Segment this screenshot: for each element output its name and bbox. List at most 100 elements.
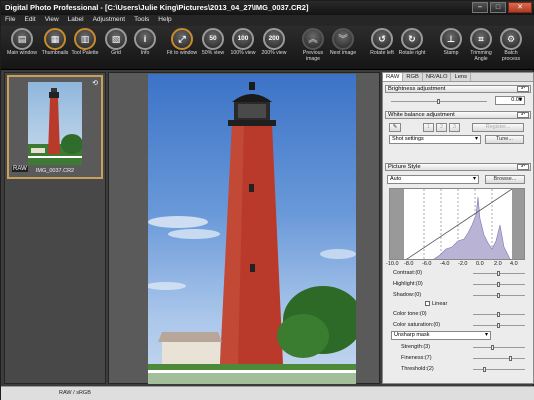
toolbar-label: Previous image [302, 50, 324, 62]
trimming-angle-button[interactable]: ⌗ Trimming Angle [465, 28, 497, 62]
strength-label: Strength:(3) [401, 344, 431, 350]
highlight-slider[interactable] [473, 282, 525, 287]
zoom-50-button[interactable]: 50 50% view [197, 28, 229, 57]
toolbar-label: 200% view [261, 50, 287, 56]
menu-tools[interactable]: Tools [134, 16, 149, 25]
next-image-button[interactable]: ︾ Next image [327, 28, 359, 57]
threshold-slider[interactable] [473, 367, 525, 372]
minimize-button[interactable]: – [472, 2, 488, 13]
thumbnails-button[interactable]: ▦ Thumbnails [39, 28, 71, 57]
menu-bar: File Edit View Label Adjustment Tools He… [1, 15, 534, 26]
toolbar-label: Fit to window [166, 50, 198, 56]
color-tone-slider[interactable] [473, 312, 525, 317]
menu-help[interactable]: Help [158, 16, 171, 25]
zoom-200-button[interactable]: 200 200% view [258, 28, 290, 57]
register-button[interactable]: Register... [472, 123, 524, 132]
wb-preset-1-button[interactable]: 1 [423, 123, 434, 132]
color-saturation-label: Color saturation:(0) [393, 322, 441, 328]
shadow-slider[interactable] [473, 293, 525, 298]
linear-label: Linear [432, 301, 448, 307]
thumbnails-icon: ▦ [44, 28, 66, 50]
brightness-slider[interactable] [391, 99, 487, 104]
strength-slider[interactable] [473, 345, 525, 350]
shadow-slider-handle[interactable] [497, 293, 500, 298]
maximize-button[interactable]: □ [490, 2, 506, 13]
menu-adjustment[interactable]: Adjustment [93, 16, 126, 25]
info-icon: i [134, 28, 156, 50]
wb-preset-3-button[interactable]: 3 [449, 123, 460, 132]
fit-to-window-icon: ⤢ [171, 28, 193, 50]
linear-checkbox-box[interactable] [425, 301, 430, 307]
tab-raw[interactable]: RAW [383, 73, 404, 81]
menu-label[interactable]: Label [68, 16, 84, 25]
tune-button[interactable]: Tune... [485, 135, 524, 144]
toolbar-label: Thumbnails [41, 50, 69, 56]
rotate-left-icon: ↺ [371, 28, 393, 50]
brightness-reset-button[interactable]: ↶ [517, 86, 529, 92]
stamp-button[interactable]: ⊥ Stamp [435, 28, 467, 57]
previous-image-icon: ︽ [302, 28, 324, 50]
sharpness-mode-select[interactable]: Unsharp mask [391, 331, 491, 340]
close-button[interactable]: ✕ [508, 2, 532, 13]
menu-view[interactable]: View [45, 16, 59, 25]
fineness-slider[interactable] [473, 356, 525, 361]
fit-to-window-button[interactable]: ⤢ Fit to window [166, 28, 198, 57]
browse-button[interactable]: Browse... [485, 175, 525, 184]
wb-preset-2-button[interactable]: 2 [436, 123, 447, 132]
white-balance-header: White balance adjustment ↶ [385, 111, 531, 119]
color-tone-slider-handle[interactable] [497, 312, 500, 317]
main-photo[interactable] [148, 74, 356, 384]
toolbar-label: Stamp [443, 50, 459, 56]
menu-file[interactable]: File [5, 16, 15, 25]
tab-nr-alo[interactable]: NR/ALO [423, 73, 452, 81]
tone-curve-histogram[interactable] [389, 188, 525, 260]
color-saturation-slider[interactable] [473, 323, 525, 328]
color-saturation-slider-handle[interactable] [497, 323, 500, 328]
highlight-slider-handle[interactable] [497, 282, 500, 287]
main-window-button[interactable]: ▤ Main window [6, 28, 38, 57]
axis-tick: 0.0 [476, 261, 484, 267]
thumbnail-image [28, 82, 82, 165]
brightness-value[interactable]: 0.00 [495, 96, 525, 105]
grid-button[interactable]: ▧ Grid [100, 28, 132, 57]
picture-style-reset-button[interactable]: ↶ [517, 164, 529, 170]
color-tone-label: Color tone:(0) [393, 311, 427, 317]
eyedropper-button[interactable]: ✎ [389, 123, 401, 132]
contrast-slider-handle[interactable] [497, 271, 500, 276]
thumbnail-pane: ⟲ RAW IMG_0037.CR2 [4, 72, 106, 384]
white-balance-reset-button[interactable]: ↶ [517, 112, 529, 118]
zoom-100-button[interactable]: 100 100% view [227, 28, 259, 57]
toolbar-label: Info [140, 50, 150, 56]
info-button[interactable]: i Info [129, 28, 161, 57]
picture-style-select[interactable]: Auto [387, 175, 479, 184]
batch-process-button[interactable]: ⚙ Batch process [495, 28, 527, 62]
tab-rgb[interactable]: RGB [403, 73, 423, 81]
zoom-50-icon: 50 [202, 28, 224, 50]
menu-edit[interactable]: Edit [24, 16, 35, 25]
dpp-window: Digital Photo Professional - [C:\Users\J… [0, 0, 534, 400]
fineness-slider-handle[interactable] [509, 356, 512, 361]
rotate-left-button[interactable]: ↺ Rotate left [366, 28, 398, 57]
white-balance-select[interactable]: Shot settings [389, 135, 481, 144]
rotate-right-icon: ↻ [401, 28, 423, 50]
toolbar-label: Batch process [501, 50, 521, 62]
tool-palette-icon: ▥ [74, 28, 96, 50]
previous-image-button[interactable]: ︽ Previous image [297, 28, 329, 62]
linear-checkbox[interactable]: Linear [425, 301, 447, 307]
tab-lens[interactable]: Lens [451, 73, 472, 81]
thumbnail-item[interactable]: ⟲ RAW IMG_0037.CR2 [7, 75, 103, 179]
threshold-slider-handle[interactable] [483, 367, 486, 372]
axis-tick: -4.0 [440, 261, 450, 267]
toolbar-label: Tool Palette [71, 50, 99, 56]
brightness-slider-handle[interactable] [437, 99, 440, 104]
toolbar-label: 50% view [201, 50, 225, 56]
tool-palette-button[interactable]: ▥ Tool Palette [69, 28, 101, 57]
contrast-slider[interactable] [473, 271, 525, 276]
axis-tick: -2.0 [458, 261, 468, 267]
next-image-icon: ︾ [332, 28, 354, 50]
axis-tick: -10.0 [386, 261, 399, 267]
white-balance-title: White balance adjustment [388, 112, 455, 118]
rotate-right-button[interactable]: ↻ Rotate right [396, 28, 428, 57]
strength-slider-handle[interactable] [491, 345, 494, 350]
highlight-label: Highlight:(0) [393, 281, 423, 287]
